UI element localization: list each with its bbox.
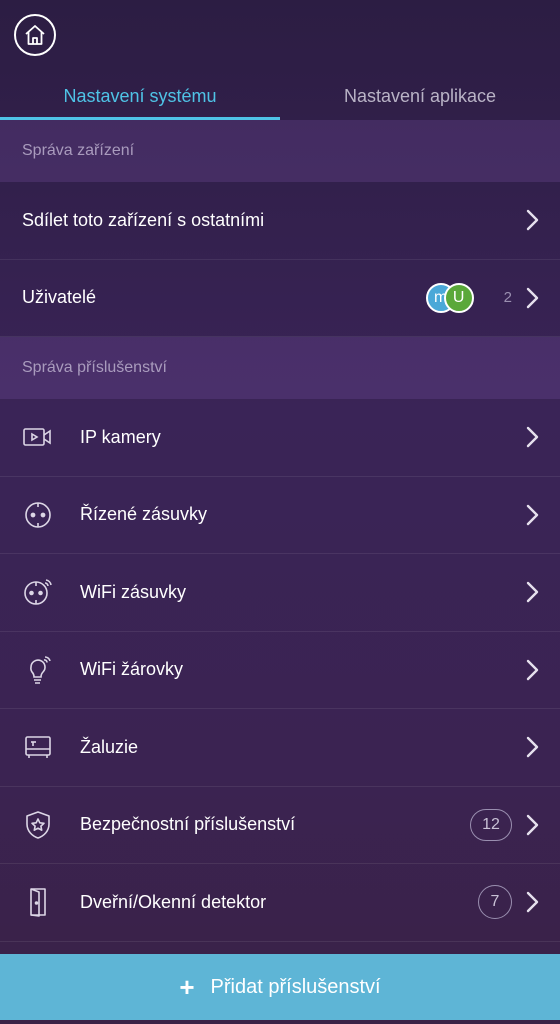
- chevron-right-icon: [524, 892, 542, 913]
- list-item-ip-cameras[interactable]: IP kamery: [0, 399, 560, 477]
- count-badge: 7: [478, 885, 512, 920]
- device-management-header: Správa zařízení: [0, 120, 560, 182]
- list-item-label: Řízené zásuvky: [80, 504, 208, 525]
- door-icon: [22, 886, 54, 918]
- settings-tabs: Nastavení systému Nastavení aplikace: [0, 72, 560, 120]
- users-label: Uživatelé: [22, 287, 97, 308]
- home-icon: [25, 25, 45, 45]
- list-item-wifi-bulbs[interactable]: WiFi žárovky: [0, 632, 560, 709]
- users-avatars: m U 2: [425, 282, 512, 313]
- list-item-label: IP kamery: [80, 426, 161, 447]
- list-item-door-window-detector[interactable]: Dveřní/Okenní detektor 7: [0, 864, 560, 942]
- chevron-right-icon: [524, 814, 542, 835]
- list-item-blinds[interactable]: Žaluzie: [0, 709, 560, 787]
- list-item-controlled-sockets[interactable]: Řízené zásuvky: [0, 477, 560, 554]
- list-item-wifi-sockets[interactable]: WiFi zásuvky: [0, 554, 560, 632]
- camera-icon: [22, 421, 54, 453]
- chevron-right-icon: [524, 210, 542, 231]
- chevron-right-icon: [524, 582, 542, 603]
- add-accessory-button[interactable]: + Přidat příslušenství: [0, 954, 560, 1020]
- add-accessory-label: Přidat příslušenství: [210, 975, 381, 998]
- share-device-row[interactable]: Sdílet toto zařízení s ostatními: [0, 182, 560, 260]
- list-item-label: WiFi zásuvky: [80, 581, 187, 602]
- plus-icon: +: [179, 971, 195, 1002]
- chevron-right-icon: [524, 659, 542, 680]
- shield-icon: [22, 809, 54, 841]
- list-item-security-accessories[interactable]: Bezpečnostní příslušenství 12: [0, 787, 560, 864]
- chevron-right-icon: [524, 427, 542, 448]
- wifi-socket-icon: [22, 576, 54, 608]
- top-bar: [0, 0, 560, 72]
- list-item-label: Bezpečnostní příslušenství: [80, 814, 296, 835]
- chevron-right-icon: [524, 287, 542, 308]
- blinds-icon: [22, 731, 54, 763]
- socket-icon: [22, 499, 54, 531]
- chevron-right-icon: [524, 504, 542, 525]
- tab-app-settings[interactable]: Nastavení aplikace: [280, 72, 560, 120]
- list-item-label: Žaluzie: [80, 736, 139, 757]
- home-button[interactable]: [14, 14, 56, 56]
- accessory-management-header: Správa příslušenství: [0, 337, 560, 399]
- users-row[interactable]: Uživatelé m U 2: [0, 260, 560, 337]
- list-item-label: Dveřní/Okenní detektor: [80, 891, 267, 912]
- list-item-label: WiFi žárovky: [80, 659, 183, 680]
- chevron-right-icon: [524, 737, 542, 758]
- count-badge: 12: [470, 808, 512, 841]
- users-count: 2: [503, 289, 512, 307]
- share-device-label: Sdílet toto zařízení s ostatními: [22, 209, 265, 230]
- bulb-icon: [22, 654, 54, 686]
- tab-system-settings[interactable]: Nastavení systému: [0, 72, 280, 120]
- avatar: U: [443, 282, 474, 313]
